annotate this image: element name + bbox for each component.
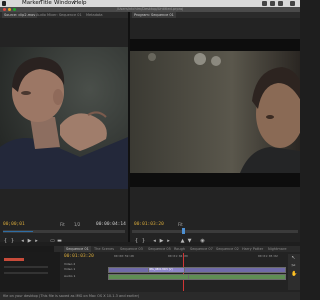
program-fit-dropdown[interactable]: Fit: [178, 222, 183, 227]
zoom-icon[interactable]: [13, 8, 16, 11]
menu-title[interactable]: Title: [40, 0, 52, 7]
hand-tool-icon[interactable]: ✋: [291, 272, 297, 277]
source-top-area: [0, 18, 128, 47]
video-clip[interactable]: [108, 267, 150, 273]
minimize-icon[interactable]: [8, 8, 11, 11]
program-step-back-icon[interactable]: ◂: [152, 239, 157, 244]
source-controls-area: [0, 189, 128, 242]
tab-harry-potter[interactable]: Harry Potter: [240, 246, 265, 252]
video-clip[interactable]: [184, 267, 286, 273]
status-bar: file on your desktop (This file is saved…: [0, 292, 300, 300]
audio-clip[interactable]: [188, 274, 286, 280]
ruler-tick-label: 00:01:04:00: [168, 254, 188, 258]
tab-rough[interactable]: Rough: [172, 246, 187, 252]
tab-sequence-03[interactable]: Sequence 03: [118, 246, 145, 252]
insert-icon[interactable]: ▭: [50, 239, 55, 244]
apple-icon[interactable]: [2, 1, 6, 6]
program-time-ruler[interactable]: [132, 230, 298, 233]
project-item-thumb[interactable]: [4, 258, 24, 261]
timeline-panel: Sequence 01 The Scenes Sequence 03 Seque…: [0, 246, 300, 292]
ruler-tick-label: 00:00:59:28: [114, 254, 134, 258]
razor-tool-icon[interactable]: ✂: [291, 264, 296, 269]
program-video-frame: [130, 39, 300, 187]
source-in-out-range: [3, 231, 33, 232]
program-mark-in-icon[interactable]: {: [134, 239, 139, 244]
step-back-icon[interactable]: ◂: [20, 239, 25, 244]
lift-icon[interactable]: ▲: [180, 239, 185, 244]
overlay-icon[interactable]: ▬: [57, 239, 62, 244]
program-timecode[interactable]: 00:01:03:20: [134, 222, 164, 227]
timeline-timecode[interactable]: 00:01:03:20: [64, 254, 94, 259]
menu-bar: Marker Title Window Help: [0, 0, 300, 7]
audio-clip[interactable]: [108, 274, 190, 280]
tab-sequence-02[interactable]: Sequence 02: [214, 246, 241, 252]
export-frame-icon[interactable]: ◉: [200, 239, 205, 244]
project-panel: [0, 252, 60, 292]
program-controls-area: [130, 187, 300, 242]
step-forward-icon[interactable]: ▸: [34, 239, 39, 244]
track-header[interactable]: Audio 1: [64, 274, 104, 278]
menu-help[interactable]: Help: [74, 0, 87, 7]
volume-icon[interactable]: [270, 1, 275, 6]
source-zoom-dropdown[interactable]: 1/2: [74, 222, 80, 227]
menu-window[interactable]: Window: [54, 0, 76, 7]
video-clip[interactable]: IMG_0801.MOV [V]: [148, 267, 186, 273]
program-top-area: [130, 18, 300, 39]
mark-out-icon[interactable]: }: [10, 239, 15, 244]
ruler-tick-label: 00:01:05:02: [258, 254, 278, 258]
timeline-ruler[interactable]: 00:00:59:28 00:01:04:00 00:01:05:02: [108, 254, 298, 259]
program-step-forward-icon[interactable]: ▸: [166, 239, 171, 244]
source-duration-timecode: 00:00:04:14: [96, 222, 126, 227]
source-fit-dropdown[interactable]: Fit: [60, 222, 65, 227]
battery-icon[interactable]: [278, 1, 283, 6]
tab-nightmare[interactable]: Nightmare: [266, 246, 288, 252]
mark-in-icon[interactable]: {: [3, 239, 8, 244]
status-text: file on your desktop (This file is saved…: [3, 294, 140, 298]
track-header[interactable]: Video 1: [64, 267, 104, 271]
close-icon[interactable]: [3, 8, 6, 11]
program-playhead[interactable]: [182, 228, 185, 234]
tools-panel: ↖ ✂ ✋: [288, 254, 300, 290]
source-in-timecode[interactable]: 00;00;01: [3, 222, 25, 227]
spotlight-icon[interactable]: [290, 1, 295, 6]
program-play-icon[interactable]: ▶: [159, 239, 164, 244]
tab-sequence-05[interactable]: Sequence 05: [146, 246, 173, 252]
track-header[interactable]: Video 2: [64, 262, 104, 266]
tab-sequence-01[interactable]: Sequence 01: [64, 246, 91, 252]
wifi-icon[interactable]: [262, 1, 267, 6]
window-title: /Users/ntchim/Desktop/Untitled.prproj: [116, 7, 184, 11]
play-icon[interactable]: ▶: [27, 239, 32, 244]
program-mark-out-icon[interactable]: }: [141, 239, 146, 244]
program-frame-image: [130, 39, 300, 187]
tab-sequence-07[interactable]: Sequence 07: [188, 246, 215, 252]
extract-icon[interactable]: ▼: [187, 239, 192, 244]
menu-marker[interactable]: Marker: [22, 0, 41, 7]
project-list-row[interactable]: [4, 266, 48, 268]
source-video-frame: [0, 47, 128, 189]
selection-tool-icon[interactable]: ↖: [291, 256, 296, 261]
tab-the-scenes[interactable]: The Scenes: [92, 246, 116, 252]
project-list-row[interactable]: [4, 272, 48, 274]
source-frame-image: [0, 47, 128, 189]
